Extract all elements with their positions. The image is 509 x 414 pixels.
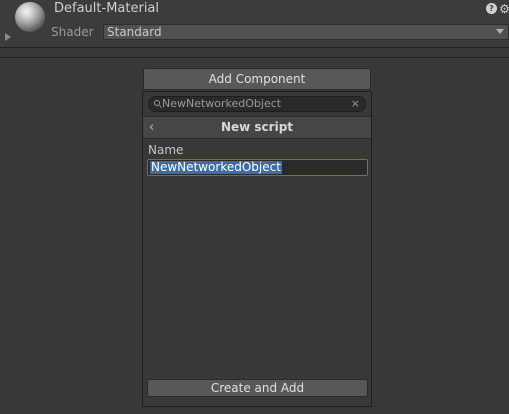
inspector-panel: Default-Material ? ⚙ Shader Standard Add… (0, 0, 509, 414)
material-header: Default-Material ? ⚙ Shader Standard (0, 0, 509, 48)
create-and-add-button[interactable]: Create and Add (147, 379, 368, 397)
add-component-popup: NewNetworkedObject × ‹ New script Name N… (142, 91, 372, 407)
material-preview-icon (15, 2, 45, 32)
shader-value: Standard (107, 25, 162, 39)
add-component-button[interactable]: Add Component (143, 68, 371, 90)
foldout-arrow-icon[interactable] (5, 33, 11, 41)
chevron-down-icon (496, 29, 504, 34)
search-input[interactable]: NewNetworkedObject × (148, 96, 366, 112)
search-icon (154, 100, 160, 106)
material-name: Default-Material (54, 1, 160, 16)
name-label: Name (148, 143, 184, 157)
settings-icon[interactable]: ⚙ (499, 2, 509, 16)
script-name-value: NewNetworkedObject (150, 160, 282, 174)
popup-title: New script (220, 120, 294, 134)
script-name-field[interactable]: NewNetworkedObject (147, 159, 368, 176)
separator (0, 57, 509, 58)
popup-nav-header: ‹ New script (143, 116, 371, 139)
clear-icon[interactable]: × (351, 97, 360, 111)
help-icon[interactable]: ? (486, 3, 497, 14)
shader-dropdown[interactable]: Standard (103, 24, 509, 40)
shader-label: Shader (51, 25, 94, 39)
search-value: NewNetworkedObject (162, 97, 282, 110)
